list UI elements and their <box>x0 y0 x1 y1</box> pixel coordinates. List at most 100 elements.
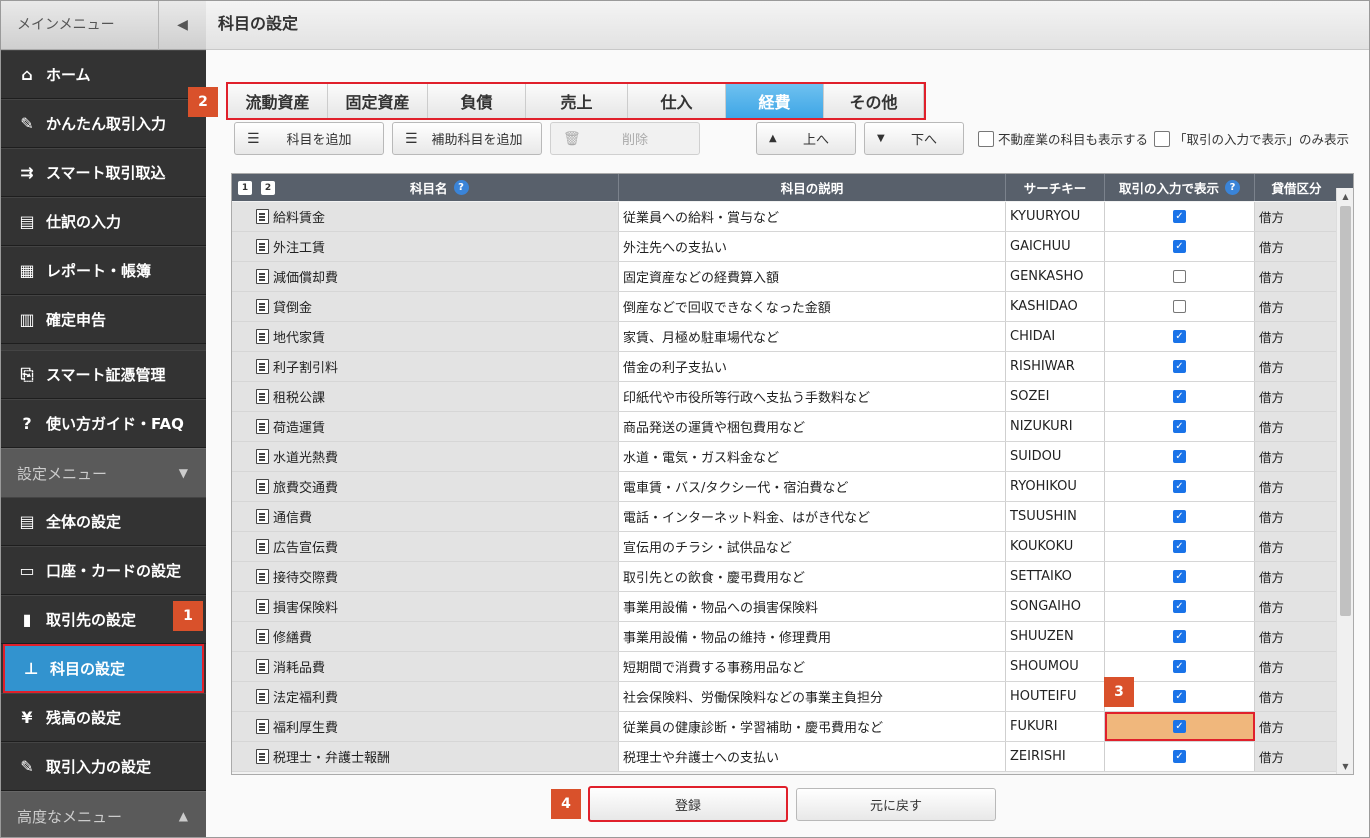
cell-desc[interactable]: 倒産などで回収できなくなった金額 <box>619 292 1006 321</box>
sidebar-item-main_items-2[interactable]: ⇉ スマート取引取込 <box>1 148 206 197</box>
cell-name[interactable]: 水道光熱費 <box>232 442 619 471</box>
cell-desc[interactable]: 従業員への給料・賞与など <box>619 202 1006 231</box>
sidebar-item-main_items-0[interactable]: ⌂ ホーム <box>1 50 206 99</box>
cell-name[interactable]: 旅費交通費 <box>232 472 619 501</box>
cell-desc[interactable]: 短期間で消費する事務用品など <box>619 652 1006 681</box>
cell-key[interactable]: GAICHUU <box>1006 232 1105 261</box>
cell-desc[interactable]: 電車賃・バス/タクシー代・宿泊費など <box>619 472 1006 501</box>
help-icon[interactable]: ? <box>1225 180 1240 195</box>
checkbox-box[interactable] <box>1154 130 1170 147</box>
checkbox-box[interactable] <box>978 130 994 147</box>
sidebar-item-main_items-3[interactable]: ▤ 仕訳の入力 <box>1 197 206 246</box>
tab-1[interactable]: 固定資産 <box>328 84 428 118</box>
move-up-button[interactable]: ▲ 上へ <box>756 122 856 155</box>
sidebar-item-settings_items-1[interactable]: ▭ 口座・カードの設定 <box>1 546 206 595</box>
table-row[interactable]: 地代家賃 家賃、月極め駐車場代など CHIDAI ✓ 借方 <box>232 322 1338 352</box>
show-in-input-checkbox[interactable]: ✓ <box>1173 540 1186 553</box>
page-1-button[interactable]: 1 <box>238 180 252 195</box>
cell-key[interactable]: SOZEI <box>1006 382 1105 411</box>
table-row[interactable]: 福利厚生費 従業員の健康診断・学習補助・慶弔費用など FUKURI ✓ 借方 <box>232 712 1338 742</box>
show-in-input-checkbox[interactable]: ✓ <box>1173 570 1186 583</box>
sidebar-item-main_items-1[interactable]: ✎ かんたん取引入力 <box>1 99 206 148</box>
cell-desc[interactable]: 従業員の健康診断・学習補助・慶弔費用など <box>619 712 1006 741</box>
table-row[interactable]: 水道光熱費 水道・電気・ガス料金など SUIDOU ✓ 借方 <box>232 442 1338 472</box>
sidebar-item-main_items-7[interactable]: ? 使い方ガイド・FAQ <box>1 399 206 448</box>
table-row[interactable]: 旅費交通費 電車賃・バス/タクシー代・宿泊費など RYOHIKOU ✓ 借方 <box>232 472 1338 502</box>
table-row[interactable]: 租税公課 印紙代や市役所等行政へ支払う手数料など SOZEI ✓ 借方 <box>232 382 1338 412</box>
cell-desc[interactable]: 水道・電気・ガス料金など <box>619 442 1006 471</box>
sidebar-item-main_items-4[interactable]: ▦ レポート・帳簿 <box>1 246 206 295</box>
help-icon[interactable]: ? <box>453 180 469 195</box>
scroll-thumb[interactable] <box>1340 206 1351 616</box>
show-in-input-checkbox[interactable]: ✓ <box>1173 240 1186 253</box>
cell-key[interactable]: KYUURYOU <box>1006 202 1105 231</box>
register-button[interactable]: 登録 <box>588 786 788 822</box>
cell-key[interactable]: KOUKOKU <box>1006 532 1105 561</box>
show-only-input-checkbox[interactable]: 「取引の入力で表示」のみ表示 <box>1154 129 1349 148</box>
cell-desc[interactable]: 電話・インターネット料金、はがき代など <box>619 502 1006 531</box>
show-in-input-checkbox[interactable]: ✓ <box>1173 450 1186 463</box>
cell-name[interactable]: 租税公課 <box>232 382 619 411</box>
table-scrollbar[interactable]: ▲ ▼ <box>1336 188 1353 774</box>
move-down-button[interactable]: ▼ 下へ <box>864 122 964 155</box>
show-in-input-checkbox[interactable]: ✓ <box>1173 660 1186 673</box>
sidebar-item-settings_items-3[interactable]: ⊥ 科目の設定 <box>3 644 204 693</box>
cell-key[interactable]: GENKASHO <box>1006 262 1105 291</box>
show-in-input-checkbox[interactable] <box>1173 300 1186 313</box>
sidebar-item-settings_items-5[interactable]: ✎ 取引入力の設定 <box>1 742 206 791</box>
tab-6[interactable]: その他 <box>824 84 924 118</box>
settings-menu-header[interactable]: 設定メニュー ▼ <box>1 448 206 497</box>
table-row[interactable]: 通信費 電話・インターネット料金、はがき代など TSUUSHIN ✓ 借方 <box>232 502 1338 532</box>
cell-name[interactable]: 外注工賃 <box>232 232 619 261</box>
show-in-input-checkbox[interactable]: ✓ <box>1173 600 1186 613</box>
cell-key[interactable]: RYOHIKOU <box>1006 472 1105 501</box>
show-in-input-checkbox[interactable] <box>1173 270 1186 283</box>
cell-name[interactable]: 福利厚生費 <box>232 712 619 741</box>
tab-0[interactable]: 流動資産 <box>228 84 328 118</box>
table-row[interactable]: 広告宣伝費 宣伝用のチラシ・試供品など KOUKOKU ✓ 借方 <box>232 532 1338 562</box>
table-row[interactable]: 税理士・弁護士報酬 税理士や弁護士への支払い ZEIRISHI ✓ 借方 <box>232 742 1338 772</box>
cell-key[interactable]: SETTAIKO <box>1006 562 1105 591</box>
show-in-input-checkbox[interactable]: ✓ <box>1173 420 1186 433</box>
cell-name[interactable]: 給料賃金 <box>232 202 619 231</box>
cell-desc[interactable]: 借金の利子支払い <box>619 352 1006 381</box>
show-in-input-checkbox[interactable]: ✓ <box>1173 510 1186 523</box>
cell-desc[interactable]: 事業用設備・物品への損害保険料 <box>619 592 1006 621</box>
show-in-input-checkbox[interactable]: ✓ <box>1173 690 1186 703</box>
cell-desc[interactable]: 印紙代や市役所等行政へ支払う手数料など <box>619 382 1006 411</box>
sidebar-item-main_items-5[interactable]: ▥ 確定申告 <box>1 295 206 344</box>
tab-3[interactable]: 売上 <box>526 84 628 118</box>
cell-key[interactable]: HOUTEIFU <box>1006 682 1105 711</box>
scroll-down-icon[interactable]: ▼ <box>1337 758 1353 774</box>
table-row[interactable]: 外注工賃 外注先への支払い GAICHUU ✓ 借方 <box>232 232 1338 262</box>
delete-button[interactable]: 🗑 削除 <box>550 122 700 155</box>
cell-desc[interactable]: 宣伝用のチラシ・試供品など <box>619 532 1006 561</box>
cell-name[interactable]: 法定福利費 <box>232 682 619 711</box>
tab-4[interactable]: 仕入 <box>628 84 726 118</box>
scroll-up-icon[interactable]: ▲ <box>1337 188 1353 204</box>
cell-key[interactable]: NIZUKURI <box>1006 412 1105 441</box>
table-row[interactable]: 接待交際費 取引先との飲食・慶弔費用など SETTAIKO ✓ 借方 <box>232 562 1338 592</box>
table-row[interactable]: 法定福利費 社会保険料、労働保険料などの事業主負担分 HOUTEIFU ✓ 借方 <box>232 682 1338 712</box>
show-real-estate-checkbox[interactable]: 不動産業の科目も表示する <box>978 129 1148 148</box>
show-in-input-checkbox[interactable]: ✓ <box>1173 720 1186 733</box>
cell-name[interactable]: 税理士・弁護士報酬 <box>232 742 619 771</box>
cell-name[interactable]: 利子割引料 <box>232 352 619 381</box>
sidebar-item-main_items-6[interactable]: ⎘ スマート証憑管理 <box>1 350 206 399</box>
add-account-button[interactable]: ☰ 科目を追加 <box>234 122 384 155</box>
table-row[interactable]: 給料賃金 従業員への給料・賞与など KYUURYOU ✓ 借方 <box>232 202 1338 232</box>
cell-desc[interactable]: 税理士や弁護士への支払い <box>619 742 1006 771</box>
cell-name[interactable]: 広告宣伝費 <box>232 532 619 561</box>
cell-key[interactable]: SHUUZEN <box>1006 622 1105 651</box>
show-in-input-checkbox[interactable]: ✓ <box>1173 480 1186 493</box>
tab-2[interactable]: 負債 <box>428 84 526 118</box>
table-row[interactable]: 減価償却費 固定資産などの経費算入額 GENKASHO 借方 <box>232 262 1338 292</box>
cell-name[interactable]: 荷造運賃 <box>232 412 619 441</box>
cell-key[interactable]: SONGAIHO <box>1006 592 1105 621</box>
advanced-menu-header[interactable]: 高度なメニュー ▲ <box>1 791 206 837</box>
cell-key[interactable]: RISHIWAR <box>1006 352 1105 381</box>
cell-key[interactable]: SHOUMOU <box>1006 652 1105 681</box>
table-row[interactable]: 消耗品費 短期間で消費する事務用品など SHOUMOU ✓ 借方 <box>232 652 1338 682</box>
cell-desc[interactable]: 固定資産などの経費算入額 <box>619 262 1006 291</box>
cell-name[interactable]: 消耗品費 <box>232 652 619 681</box>
